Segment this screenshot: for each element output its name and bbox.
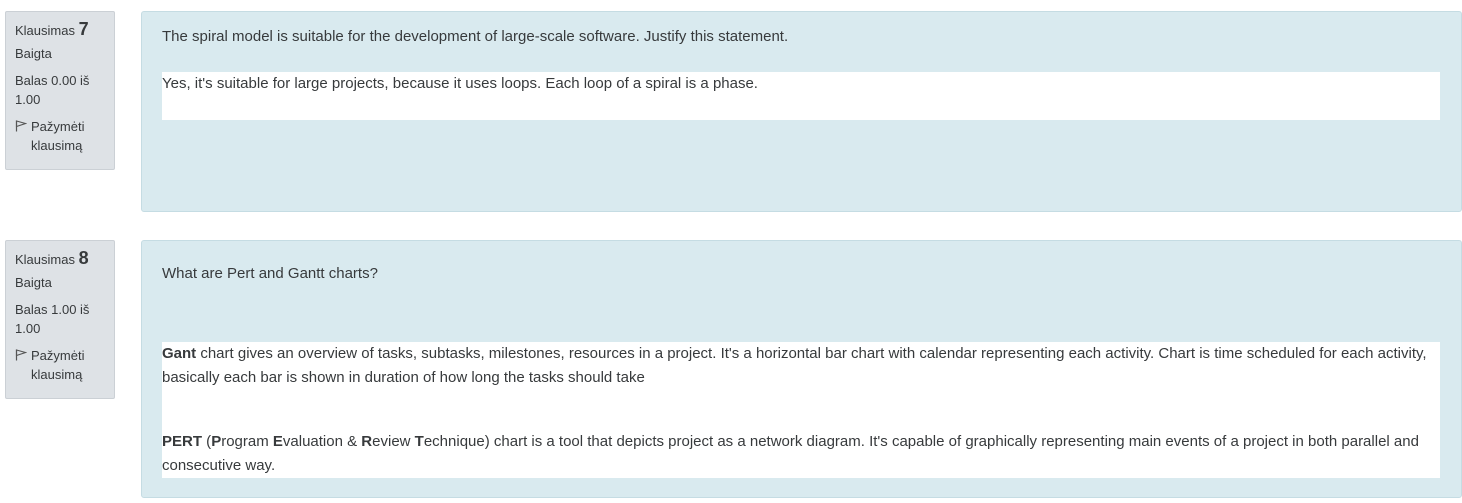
flag-icon: [15, 120, 27, 132]
question-text: The spiral model is suitable for the dev…: [162, 28, 789, 45]
question-grade: Balas 1.00 iš 1.00: [15, 302, 90, 336]
answer-box[interactable]: Gant chart gives an overview of tasks, s…: [162, 342, 1440, 478]
flag-icon: [15, 349, 27, 361]
question-content-8: What are Pert and Gantt charts? Gant cha…: [141, 240, 1462, 498]
question-info-8: Klausimas 8 Baigta Balas 1.00 iš 1.00 Pa…: [5, 240, 115, 399]
answer-box[interactable]: Yes, it's suitable for large projects, b…: [162, 72, 1440, 120]
answer-gantt-paragraph: Gant chart gives an overview of tasks, s…: [162, 345, 1427, 386]
flag-question-link[interactable]: Pažymėti klausimą: [15, 346, 106, 384]
answer-text: Yes, it's suitable for large projects, b…: [162, 75, 758, 92]
question-status: Baigta: [15, 275, 52, 290]
question-text: What are Pert and Gantt charts?: [162, 265, 378, 282]
question-number: Klausimas 8: [15, 248, 89, 268]
question-number: Klausimas 7: [15, 19, 89, 39]
question-info-7: Klausimas 7 Baigta Balas 0.00 iš 1.00 Pa…: [5, 11, 115, 170]
question-content-7: The spiral model is suitable for the dev…: [141, 11, 1462, 212]
flag-question-link[interactable]: Pažymėti klausimą: [15, 117, 106, 155]
question-status: Baigta: [15, 46, 52, 61]
answer-pert-paragraph: PERT (Program Evaluation & Review Techni…: [162, 433, 1419, 474]
question-grade: Balas 0.00 iš 1.00: [15, 73, 90, 107]
